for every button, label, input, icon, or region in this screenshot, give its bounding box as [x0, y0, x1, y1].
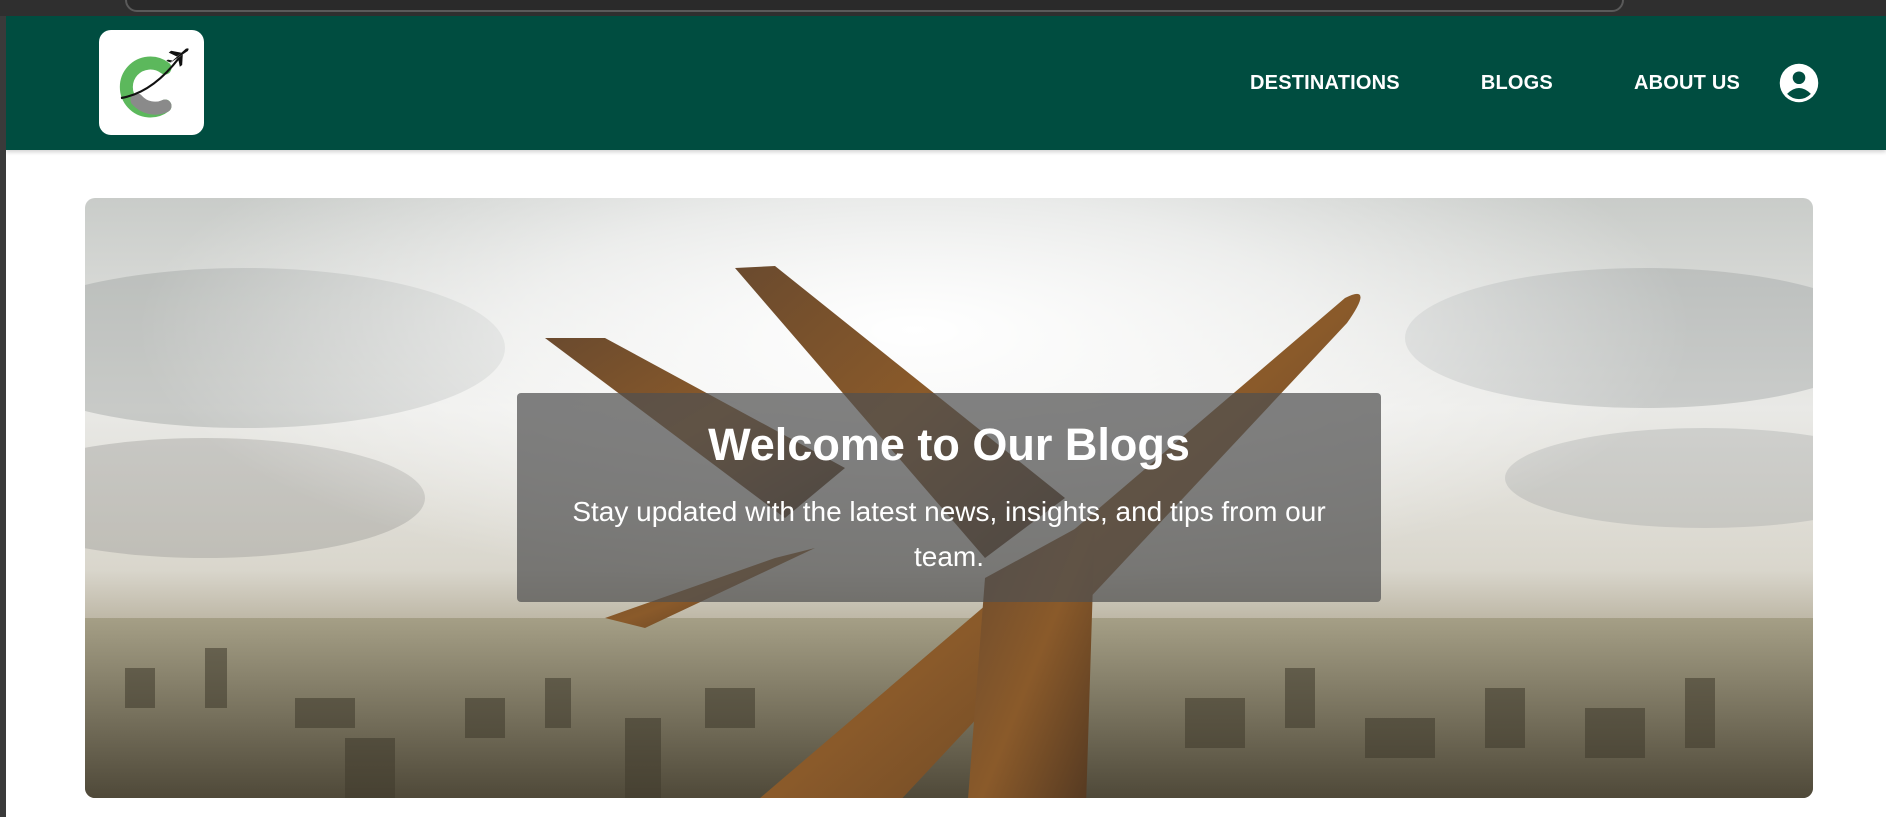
nav-blogs[interactable]: BLOGS [1481, 72, 1553, 95]
address-bar[interactable] [125, 0, 1624, 12]
navbar: DESTINATIONS BLOGS ABOUT US [6, 16, 1886, 150]
page: DESTINATIONS BLOGS ABOUT US Welcome to O… [6, 16, 1886, 817]
hero-subtitle: Stay updated with the latest news, insig… [572, 496, 1326, 572]
nav-about-us[interactable]: ABOUT US [1634, 72, 1740, 95]
account-circle-icon[interactable] [1778, 62, 1820, 104]
browser-chrome [0, 0, 1886, 16]
main-nav: DESTINATIONS BLOGS ABOUT US [1250, 16, 1886, 150]
hero-title: Welcome to Our Blogs [708, 419, 1190, 470]
hero-banner: Welcome to Our Blogs Stay updated with t… [85, 198, 1813, 798]
nav-destinations[interactable]: DESTINATIONS [1250, 72, 1400, 95]
hero-caption: Welcome to Our Blogs Stay updated with t… [517, 393, 1381, 602]
airplane-c-logo-icon[interactable] [99, 30, 204, 135]
